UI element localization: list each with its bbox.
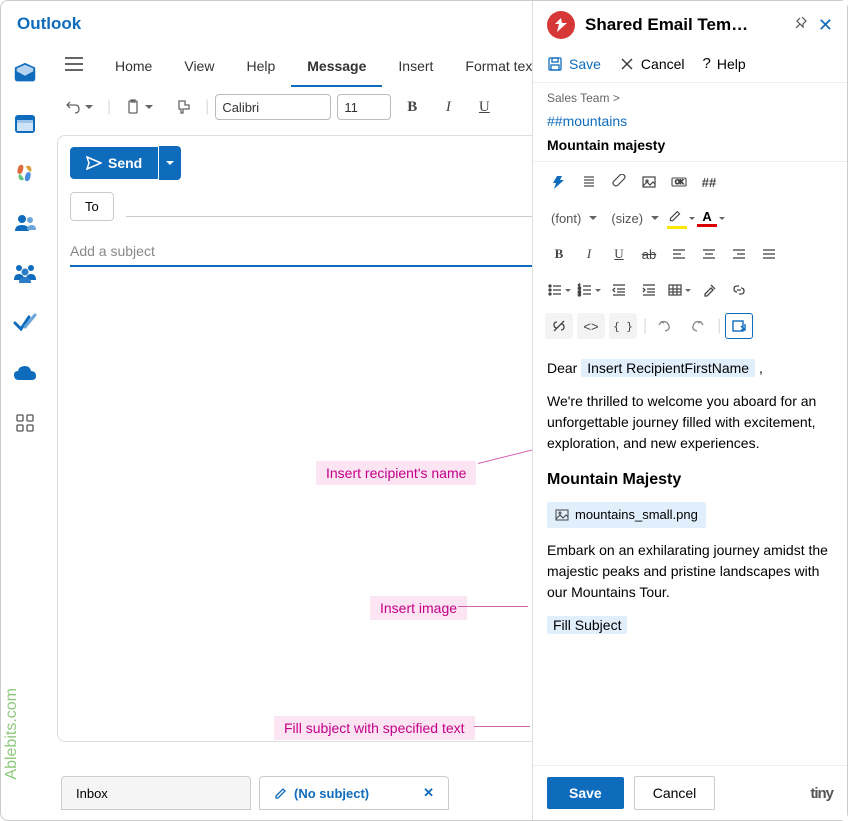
tab-help[interactable]: Help xyxy=(230,47,291,87)
font-color-icon[interactable]: A xyxy=(697,205,725,231)
align-right-icon[interactable] xyxy=(725,241,753,267)
italic-icon[interactable]: I xyxy=(575,241,603,267)
number-list-icon[interactable]: 123 xyxy=(575,277,603,303)
more-apps-icon[interactable] xyxy=(13,411,37,435)
send-split-button[interactable] xyxy=(159,146,181,180)
hamburger-icon[interactable] xyxy=(49,57,99,76)
align-center-icon[interactable] xyxy=(695,241,723,267)
undo-button[interactable] xyxy=(57,95,101,119)
align-justify-icon[interactable] xyxy=(755,241,783,267)
undo-icon[interactable] xyxy=(651,313,679,339)
source-icon[interactable]: <> xyxy=(577,313,605,339)
panel-help-action[interactable]: ?Help xyxy=(703,55,746,72)
bullet-list-icon[interactable] xyxy=(545,277,573,303)
font-select[interactable] xyxy=(215,94,331,120)
macro-fill-subject[interactable]: Fill Subject xyxy=(547,616,627,634)
insert-icon[interactable] xyxy=(725,313,753,339)
callout-image: Insert image xyxy=(370,596,467,620)
table-icon[interactable] xyxy=(665,277,693,303)
tab-home[interactable]: Home xyxy=(99,47,168,87)
callout-subject: Fill subject with specified text xyxy=(274,716,475,740)
macro-image[interactable]: mountains_small.png xyxy=(547,502,706,528)
tab-no-subject[interactable]: (No subject) ✕ xyxy=(259,776,449,810)
footer-cancel-button[interactable]: Cancel xyxy=(634,776,716,810)
panel-close-icon[interactable]: ✕ xyxy=(818,15,833,36)
svg-text:OK: OK xyxy=(675,180,684,186)
watermark: Ablebits.com xyxy=(3,688,21,780)
tab-insert[interactable]: Insert xyxy=(382,47,449,87)
mail-icon[interactable] xyxy=(13,61,37,85)
size-select[interactable] xyxy=(337,94,391,120)
tab-inbox[interactable]: Inbox xyxy=(61,776,251,810)
clear-format-icon[interactable] xyxy=(695,277,723,303)
todo-icon[interactable] xyxy=(13,311,37,335)
unlink-icon[interactable] xyxy=(545,313,573,339)
dataset-icon[interactable] xyxy=(575,169,603,195)
footer-save-button[interactable]: Save xyxy=(547,777,624,809)
image-icon[interactable] xyxy=(635,169,663,195)
svg-text:3: 3 xyxy=(578,292,581,298)
editor-body[interactable]: Dear Insert RecipientFirstName , We're t… xyxy=(533,346,847,765)
panel-title: Shared Email Tem… xyxy=(585,15,782,35)
indent-icon[interactable] xyxy=(635,277,663,303)
people-icon[interactable] xyxy=(13,211,37,235)
outdent-icon[interactable] xyxy=(605,277,633,303)
panel-save-action[interactable]: Save xyxy=(547,56,601,72)
calendar-icon[interactable] xyxy=(13,111,37,135)
to-button[interactable]: To xyxy=(70,192,114,221)
size-dropdown[interactable]: (size) xyxy=(605,211,665,226)
macro-recipient[interactable]: Insert RecipientFirstName xyxy=(581,359,755,377)
tab-message[interactable]: Message xyxy=(291,47,382,87)
apps-icon[interactable] xyxy=(13,161,37,185)
pin-icon[interactable] xyxy=(792,15,808,36)
template-heading: Mountain Majesty xyxy=(547,468,833,492)
app-title: Outlook xyxy=(17,14,81,34)
template-name: Mountain majesty xyxy=(533,137,847,161)
bold-icon[interactable]: B xyxy=(545,241,573,267)
redo-icon[interactable] xyxy=(683,313,711,339)
attachment-icon[interactable] xyxy=(605,169,633,195)
format-painter-button[interactable] xyxy=(167,95,199,119)
tab-view[interactable]: View xyxy=(168,47,230,87)
hashtag[interactable]: ##mountains xyxy=(533,109,847,137)
tiny-logo: tiny xyxy=(810,785,833,802)
bold-button[interactable]: B xyxy=(397,93,427,121)
panel-logo-icon xyxy=(547,11,575,39)
brackets-icon[interactable]: { } xyxy=(609,313,637,339)
send-button[interactable]: Send xyxy=(70,147,158,179)
panel-cancel-action[interactable]: Cancel xyxy=(619,56,685,72)
macro-icon[interactable] xyxy=(545,169,573,195)
font-dropdown[interactable]: (font) xyxy=(545,211,603,226)
underline-button[interactable]: U xyxy=(469,93,499,121)
link-icon[interactable] xyxy=(725,277,753,303)
underline-icon[interactable]: U xyxy=(605,241,633,267)
onedrive-icon[interactable] xyxy=(13,361,37,385)
close-tab-icon[interactable]: ✕ xyxy=(423,785,434,801)
hash-icon[interactable]: ## xyxy=(695,169,723,195)
ok-button-icon[interactable]: OK xyxy=(665,169,693,195)
callout-recipient: Insert recipient's name xyxy=(316,461,476,485)
highlight-icon[interactable] xyxy=(667,205,695,231)
align-left-icon[interactable] xyxy=(665,241,693,267)
strike-icon[interactable]: ab xyxy=(635,241,663,267)
breadcrumb[interactable]: Sales Team > xyxy=(533,83,847,109)
italic-button[interactable]: I xyxy=(433,93,463,121)
paste-button[interactable] xyxy=(117,95,161,119)
groups-icon[interactable] xyxy=(13,261,37,285)
